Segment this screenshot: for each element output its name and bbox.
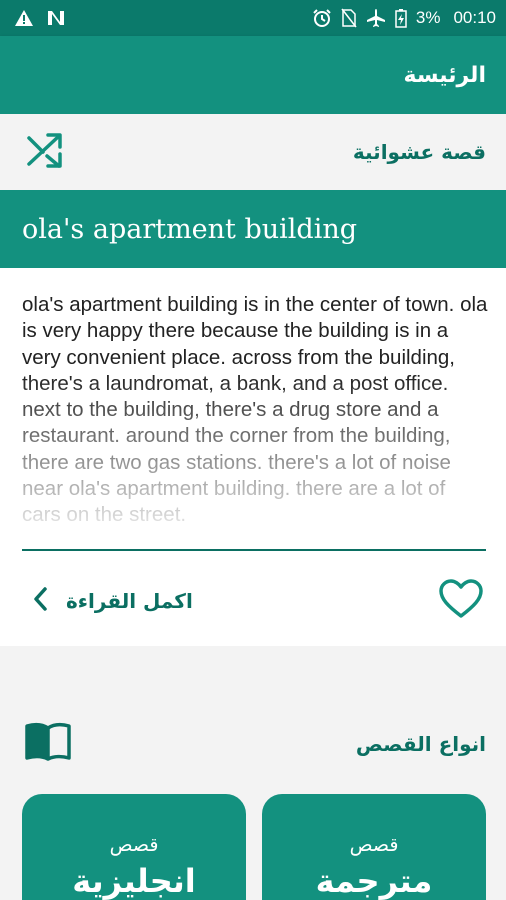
continue-reading-button[interactable]: اكمل القراءة (32, 586, 193, 616)
story-types-header: انواع القصص (0, 718, 506, 770)
category-title: مترجمة (315, 862, 433, 900)
status-left (14, 9, 66, 27)
battery-charging-icon (395, 8, 407, 28)
random-story-label: قصة عشوائية (352, 140, 486, 164)
book-icon (24, 722, 72, 766)
story-types-label: انواع القصص (355, 732, 486, 756)
heart-icon[interactable] (438, 578, 484, 624)
shuffle-icon[interactable] (26, 132, 64, 172)
app-bar: الرئيسة (0, 36, 506, 114)
status-bar: 3% 00:10 (0, 0, 506, 36)
story-title-bar[interactable]: ola's apartment building (0, 190, 506, 268)
clock: 00:10 (453, 8, 496, 27)
continue-reading-label: اكمل القراءة (66, 589, 193, 613)
status-right: 3% 00:10 (312, 8, 496, 28)
no-sim-icon (341, 8, 357, 28)
story-actions: اكمل القراءة (0, 566, 506, 636)
divider (22, 549, 486, 551)
alarm-icon (312, 8, 332, 28)
warning-icon (14, 9, 34, 27)
category-small-label: قصص (349, 834, 399, 856)
random-story-header: قصة عشوائية (0, 114, 506, 190)
random-story-card: قصة عشوائية ola's apartment building ola… (0, 114, 506, 646)
n-notification-icon (46, 9, 66, 27)
category-title: انجليزية (72, 862, 196, 900)
category-card-translated[interactable]: قصص مترجمة (262, 794, 486, 900)
airplane-icon (366, 8, 386, 28)
battery-percent: 3% (415, 8, 441, 27)
story-title: ola's apartment building (22, 213, 358, 245)
story-excerpt: ola's apartment building is in the cente… (22, 293, 488, 526)
category-small-label: قصص (109, 834, 159, 856)
chevron-left-icon (32, 586, 48, 616)
category-card-english[interactable]: قصص انجليزية (22, 794, 246, 900)
page-title: الرئيسة (403, 62, 486, 88)
